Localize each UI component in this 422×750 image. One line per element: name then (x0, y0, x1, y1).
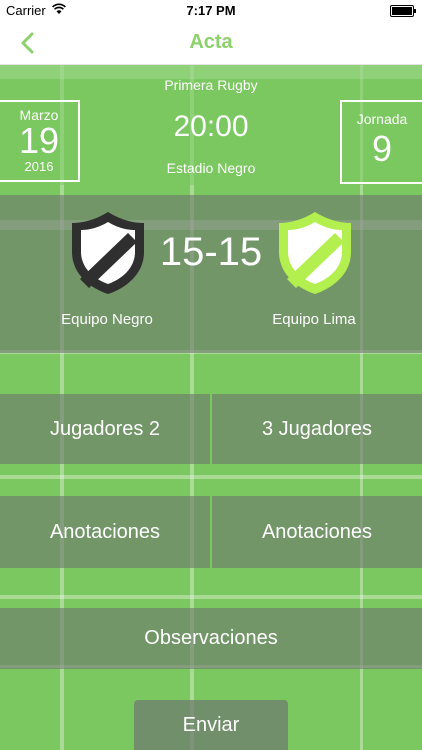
navigation-bar: Acta (0, 22, 422, 65)
match-round: Jornada 9 (340, 100, 422, 184)
away-team-name: Equipo Lima (272, 311, 356, 328)
observations-button[interactable]: Observaciones (0, 608, 422, 669)
away-shield-icon (279, 212, 351, 294)
page-title: Acta (189, 31, 233, 53)
status-bar: Carrier 7:17 PM (0, 0, 422, 22)
home-team-name: Equipo Negro (61, 311, 153, 328)
home-players-button[interactable]: Jugadores 2 (0, 394, 210, 464)
round-label: Jornada (356, 111, 408, 127)
round-number: 9 (371, 128, 393, 169)
status-time: 7:17 PM (186, 3, 236, 18)
home-notes-button[interactable]: Anotaciones (0, 496, 210, 568)
competition-name: Primera Rugby (164, 77, 258, 93)
battery-icon (390, 5, 416, 17)
match-score: 15-15 (159, 230, 263, 274)
send-button[interactable]: Enviar (134, 700, 288, 750)
away-players-button[interactable]: 3 Jugadores (212, 394, 422, 464)
away-notes-button[interactable]: Anotaciones (212, 496, 422, 568)
